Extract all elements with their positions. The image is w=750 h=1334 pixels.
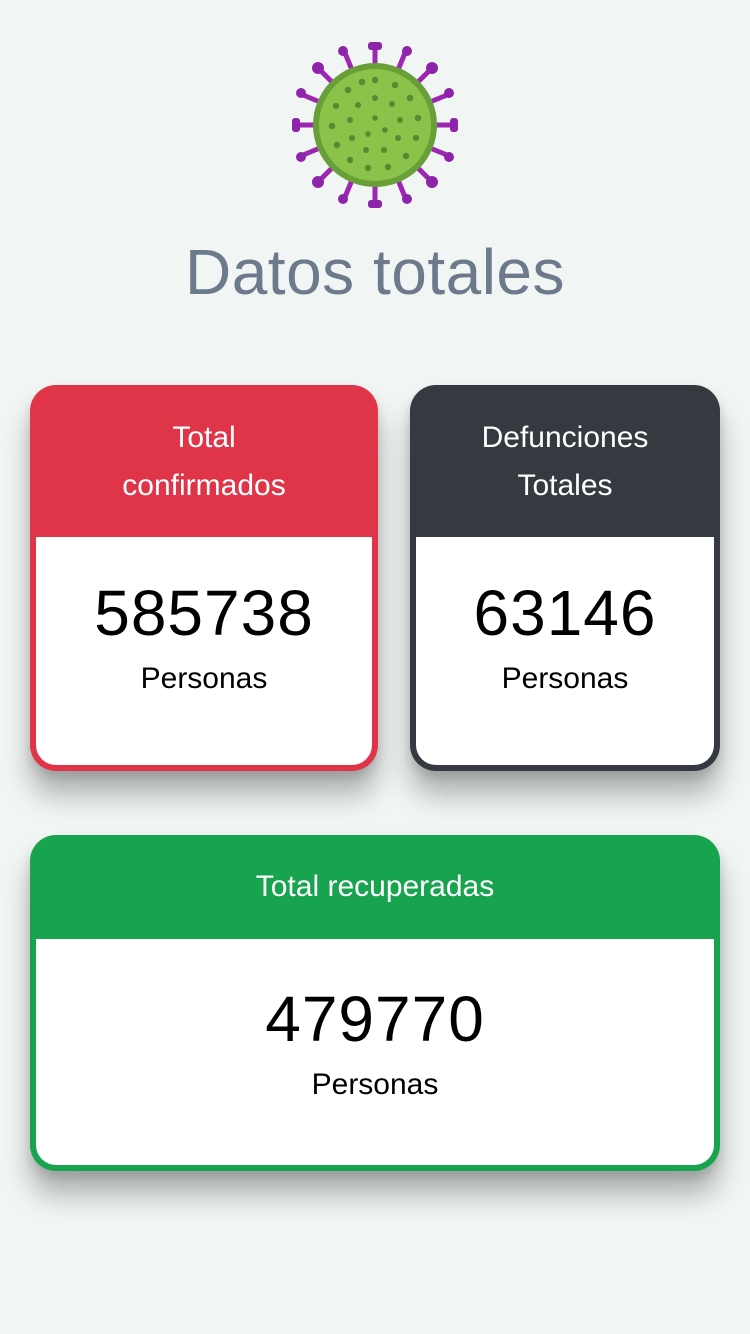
- deaths-value: 63146: [473, 577, 657, 649]
- page: Datos totales Total confirmados 585738 P…: [0, 0, 750, 1334]
- deaths-card: Defunciones Totales 63146 Personas: [410, 385, 720, 771]
- virus-icon: [292, 42, 458, 208]
- deaths-unit: Personas: [501, 662, 629, 695]
- deaths-card-header: Defunciones Totales: [410, 385, 720, 537]
- confirmed-title-line1: Total: [172, 421, 236, 454]
- confirmed-card-body: 585738 Personas: [36, 537, 372, 765]
- recovered-card-body: 479770 Personas: [36, 939, 714, 1165]
- confirmed-unit: Personas: [140, 662, 268, 695]
- confirmed-card-header: Total confirmados: [30, 385, 378, 537]
- deaths-title-line2: Totales: [517, 469, 613, 502]
- recovered-card: Total recuperadas 479770 Personas: [30, 835, 720, 1171]
- confirmed-value: 585738: [94, 577, 314, 649]
- confirmed-card: Total confirmados 585738 Personas: [30, 385, 378, 771]
- recovered-title: Total recuperadas: [255, 870, 495, 903]
- page-title: Datos totales: [184, 236, 566, 308]
- recovered-unit: Personas: [311, 1068, 439, 1101]
- deaths-title-line1: Defunciones: [481, 421, 649, 454]
- recovered-card-header: Total recuperadas: [30, 835, 720, 939]
- confirmed-title-line2: confirmados: [122, 469, 286, 502]
- recovered-value: 479770: [265, 983, 485, 1055]
- deaths-card-body: 63146 Personas: [416, 537, 714, 765]
